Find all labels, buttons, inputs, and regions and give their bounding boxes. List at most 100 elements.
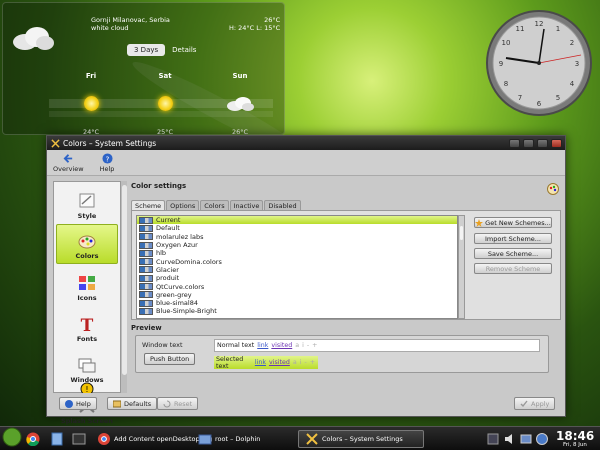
list-item[interactable]: Blue-Simple-Bright <box>137 307 457 315</box>
get-new-schemes-button[interactable]: Get New Schemes... <box>474 217 552 228</box>
list-item[interactable]: Glacier <box>137 266 457 274</box>
weather-widget: Gornji Milanovac, Serbia white cloud 26°… <box>2 2 285 136</box>
preview-push-button[interactable]: Push Button <box>144 353 196 365</box>
list-item[interactable]: Current <box>137 216 457 225</box>
tray-network[interactable] <box>519 430 536 448</box>
color-settings-content: Color settings Scheme Options Colors Ina… <box>131 179 561 397</box>
svg-text:2: 2 <box>570 39 574 47</box>
defaults-button[interactable]: Defaults <box>107 397 158 410</box>
scheme-list[interactable]: Current Default molarulez labs Oxygen Az… <box>136 215 458 319</box>
task-dolphin[interactable]: root – Dolphin <box>198 430 260 448</box>
help-button[interactable]: Help <box>59 397 97 410</box>
menu-button[interactable] <box>509 138 520 148</box>
quicklaunch-browser[interactable] <box>26 430 43 448</box>
svg-text:3: 3 <box>575 60 579 68</box>
sidebar-item-windows[interactable]: Windows <box>56 347 118 387</box>
svg-text:9: 9 <box>499 60 503 68</box>
back-arrow-icon <box>63 153 72 163</box>
preview-selected-text: Selected text link visited a i - + <box>214 356 318 370</box>
svg-text:T: T <box>81 316 94 333</box>
import-scheme-button[interactable]: Import Scheme... <box>474 233 552 244</box>
svg-text:4: 4 <box>570 80 575 88</box>
help-menu-button[interactable]: ? Help <box>100 152 114 173</box>
svg-text:6: 6 <box>537 100 542 108</box>
svg-text:5: 5 <box>556 94 560 102</box>
defaults-icon <box>113 400 121 407</box>
system-settings-window: Colors – System Settings Overview ? Help <box>46 135 566 425</box>
chrome-icon <box>26 432 40 446</box>
list-item[interactable]: QtCurve.colors <box>137 282 457 291</box>
task-browser[interactable]: Add Content openDesktop.org <box>97 430 212 448</box>
tab-3-days[interactable]: 3 Days <box>127 44 166 56</box>
list-item[interactable]: green-grey <box>137 291 457 299</box>
preview-title: Preview <box>131 324 162 332</box>
forecast-day: Sat <box>158 72 172 80</box>
style-icon <box>79 193 95 208</box>
sidebar-item-fonts[interactable]: T Fonts <box>56 306 118 346</box>
cloud-icon <box>227 97 254 111</box>
list-item[interactable]: CurveDomina.colors <box>137 257 457 266</box>
tray-show-desktop[interactable] <box>486 430 503 448</box>
minimize-button[interactable] <box>523 138 534 148</box>
warning-icon: ! <box>80 382 94 393</box>
sidebar-item-style[interactable]: Style <box>56 183 118 223</box>
taskbar-clock[interactable]: 18:46 <box>556 429 594 443</box>
sidebar-item-icons[interactable]: Icons <box>56 265 118 305</box>
preview-link: link <box>254 359 266 366</box>
list-item[interactable]: Default <box>137 224 457 232</box>
svg-text:11: 11 <box>516 25 525 33</box>
help-icon <box>65 399 73 408</box>
preview-link: link <box>257 342 269 349</box>
palette-icon <box>547 183 559 195</box>
volume-icon <box>505 434 512 444</box>
forecast-band <box>49 111 273 117</box>
svg-text:8: 8 <box>504 80 508 88</box>
sidebar-scrollbar[interactable] <box>120 181 127 393</box>
folder-icon <box>198 434 212 445</box>
save-scheme-button[interactable]: Save Scheme... <box>474 248 552 259</box>
taskbar-date: Fri, 8 Jun <box>563 442 587 448</box>
list-item[interactable]: blue-simal84 <box>137 299 457 307</box>
check-icon <box>520 400 528 407</box>
svg-text:12: 12 <box>535 20 544 28</box>
sun-icon <box>84 96 99 111</box>
list-item[interactable]: produit <box>137 274 457 282</box>
remove-scheme-button[interactable]: Remove Scheme <box>474 263 552 274</box>
terminal-icon <box>72 433 86 445</box>
network-icon <box>520 434 532 444</box>
sun-icon <box>158 96 173 111</box>
quicklaunch-terminal[interactable] <box>72 430 89 448</box>
icons-icon <box>79 276 95 290</box>
preview-visited: visited <box>268 359 290 366</box>
apply-button[interactable]: Apply <box>514 397 556 410</box>
preview-box: Window text Push Button Normal text link… <box>135 335 549 373</box>
maximize-button[interactable] <box>537 138 548 148</box>
tray-updates[interactable] <box>535 430 552 448</box>
reset-button[interactable]: Reset <box>157 397 199 410</box>
svg-text:!: ! <box>85 385 88 393</box>
tab-details[interactable]: Details <box>165 44 203 56</box>
list-item[interactable]: Oxygen Azur <box>137 241 457 249</box>
update-icon <box>536 433 548 445</box>
preview-normal-text: Normal text link visited a i - + <box>214 339 540 352</box>
app-launcher-button[interactable] <box>2 427 22 447</box>
sidebar-item-colors[interactable]: Colors <box>56 224 118 264</box>
quicklaunch-files[interactable] <box>50 430 67 448</box>
chrome-icon <box>98 433 110 445</box>
task-system-settings[interactable]: Colors – System Settings <box>298 430 424 448</box>
scheme-panel: Current Default molarulez labs Oxygen Az… <box>131 210 561 320</box>
forecast-day: Sun <box>232 72 248 80</box>
tray-volume[interactable] <box>503 430 520 448</box>
desktop-icon <box>487 433 499 445</box>
cloud-icon <box>13 27 54 50</box>
overview-button[interactable]: Overview <box>53 153 84 173</box>
svg-text:1: 1 <box>556 25 560 33</box>
close-button[interactable] <box>551 138 562 148</box>
list-item[interactable]: molarulez labs <box>137 233 457 241</box>
scheme-list-scrollbar[interactable] <box>458 215 465 319</box>
colors-icon <box>78 235 96 249</box>
taskbar: Add Content openDesktop.org root – Dolph… <box>0 426 600 450</box>
list-item[interactable]: hlb <box>137 249 457 257</box>
window-titlebar[interactable]: Colors – System Settings <box>47 136 565 150</box>
toolbar: Overview ? Help <box>47 150 565 176</box>
